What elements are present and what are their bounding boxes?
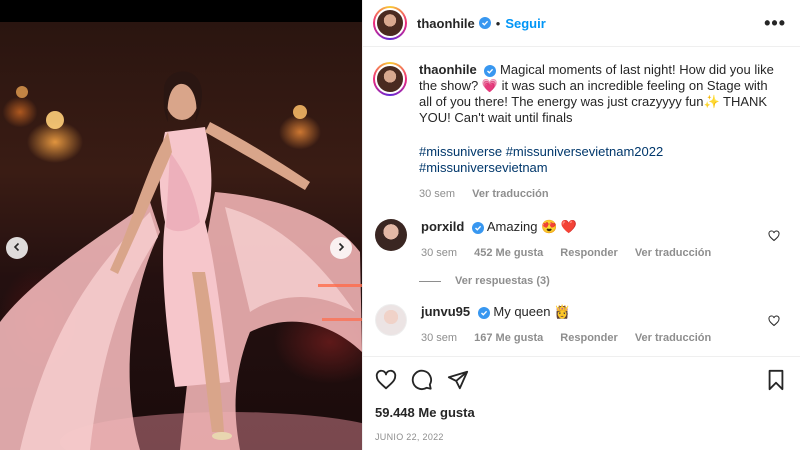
comment-avatar[interactable] xyxy=(375,304,407,336)
author-username[interactable]: thaonhile xyxy=(417,16,475,31)
view-replies-button[interactable]: Ver respuestas (3) xyxy=(419,275,786,287)
caption-username[interactable]: thaonhile xyxy=(419,62,477,77)
bookmark-icon[interactable] xyxy=(766,369,786,391)
comment-text: Amazing 😍 ❤️ xyxy=(486,219,578,234)
comment-username[interactable]: porxild xyxy=(421,219,464,234)
verified-badge-icon xyxy=(478,17,491,29)
comment-text: My queen 👸 xyxy=(493,304,571,319)
caption-time: 30 sem xyxy=(419,188,456,200)
comments-section[interactable]: thaonhile Magical moments of last night!… xyxy=(363,48,800,356)
post-side-panel: thaonhile • Seguir ••• thaonhile Magical… xyxy=(362,0,800,450)
previous-photo-button[interactable] xyxy=(6,237,28,259)
caption-hashtags[interactable]: #missuniverse #missuniversevietnam2022 #… xyxy=(419,144,775,176)
author-avatar[interactable] xyxy=(373,6,407,40)
post-photo xyxy=(0,22,362,450)
separator-dot: • xyxy=(495,15,501,31)
caption-author-avatar[interactable] xyxy=(373,62,407,96)
post-date: JUNIO 22, 2022 xyxy=(375,432,444,442)
heart-icon[interactable] xyxy=(375,369,397,391)
view-replies-label: Ver respuestas (3) xyxy=(455,275,550,287)
comment-avatar[interactable] xyxy=(375,219,407,251)
comment-likes[interactable]: 452 Me gusta xyxy=(474,247,543,259)
likes-count[interactable]: 59.448 Me gusta xyxy=(375,405,786,420)
comment-like-heart-icon[interactable] xyxy=(768,314,780,332)
replies-line xyxy=(419,280,441,282)
see-translation-link[interactable]: Ver traducción xyxy=(635,332,711,344)
comment-time: 30 sem xyxy=(421,247,458,259)
post-header: thaonhile • Seguir ••• xyxy=(363,0,800,47)
comment-item: porxild Amazing 😍 ❤️ 30 sem 452 Me gusta… xyxy=(373,219,786,261)
verified-badge-icon xyxy=(477,307,490,319)
post-caption: thaonhile Magical moments of last night!… xyxy=(373,48,786,202)
action-bar xyxy=(375,357,786,403)
verified-badge-icon xyxy=(484,65,497,77)
chevron-right-icon xyxy=(336,239,346,257)
comment-icon[interactable] xyxy=(411,369,433,391)
chevron-left-icon xyxy=(12,239,22,257)
post-actions-area: 59.448 Me gusta JUNIO 22, 2022 xyxy=(363,356,800,450)
comment-like-heart-icon[interactable] xyxy=(768,229,780,247)
share-icon[interactable] xyxy=(447,369,469,391)
more-options-icon[interactable]: ••• xyxy=(764,13,786,34)
comment-time: 30 sem xyxy=(421,332,458,344)
post-media[interactable] xyxy=(0,0,362,450)
see-translation-link[interactable]: Ver traducción xyxy=(472,188,548,200)
follow-button[interactable]: Seguir xyxy=(505,16,545,31)
see-translation-link[interactable]: Ver traducción xyxy=(635,247,711,259)
verified-badge-icon xyxy=(471,222,484,234)
reply-button[interactable]: Responder xyxy=(560,332,617,344)
reply-button[interactable]: Responder xyxy=(560,247,617,259)
next-photo-button[interactable] xyxy=(330,237,352,259)
comment-item: junvu95 My queen 👸 30 sem 167 Me gusta R… xyxy=(373,304,786,346)
comment-likes[interactable]: 167 Me gusta xyxy=(474,332,543,344)
comment-username[interactable]: junvu95 xyxy=(421,304,470,319)
